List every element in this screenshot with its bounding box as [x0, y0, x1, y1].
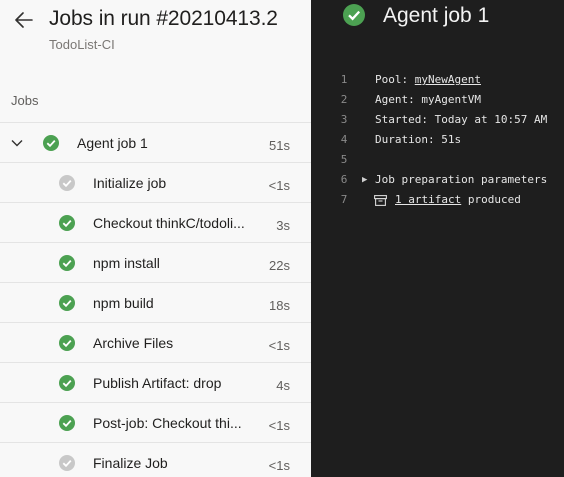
step-row[interactable]: Checkout thinkC/todoli... 3s [0, 203, 311, 243]
step-duration: 4s [276, 378, 290, 393]
step-duration: <1s [268, 338, 290, 353]
jobs-panel: Jobs in run #20210413.2 TodoList-CI Jobs… [0, 0, 311, 477]
step-duration: <1s [268, 458, 290, 473]
step-duration: <1s [268, 178, 290, 193]
job-detail-panel: Agent job 1 1 Pool: myNewAgent 2 Agent: … [311, 0, 564, 477]
log-line: 5 [311, 150, 564, 170]
line-number: 1 [340, 73, 348, 86]
step-duration: <1s [268, 418, 290, 433]
check-circle-icon [343, 4, 365, 26]
check-circle-icon [59, 415, 75, 431]
job-row-agent-job-1[interactable]: Agent job 1 51s [0, 123, 311, 163]
jobs-section-label: Jobs [11, 93, 39, 108]
pool-link[interactable]: myNewAgent [415, 73, 481, 86]
log-line: 3 Started: Today at 10:57 AM [311, 110, 564, 130]
pool-label: Pool: [375, 73, 415, 86]
check-circle-icon [59, 255, 75, 271]
job-log: 1 Pool: myNewAgent 2 Agent: myAgentVM 3 … [311, 70, 564, 210]
triangle-right-icon[interactable]: ▶ [362, 170, 367, 190]
job-duration: 51s [269, 138, 290, 153]
line-number: 5 [340, 153, 348, 166]
step-row[interactable]: Post-job: Checkout thi... <1s [0, 403, 311, 443]
skipped-circle-icon [59, 455, 75, 471]
step-name: Finalize Job [93, 455, 168, 471]
check-circle-icon [59, 375, 75, 391]
artifact-link[interactable]: 1 artifact [395, 193, 461, 206]
check-circle-icon [59, 295, 75, 311]
page-title: Jobs in run #20210413.2 [49, 7, 278, 30]
check-circle-icon [43, 135, 59, 151]
line-number: 2 [340, 93, 348, 106]
log-line: 7 1 artifact produced [311, 190, 564, 210]
step-row[interactable]: npm build 18s [0, 283, 311, 323]
skipped-circle-icon [59, 175, 75, 191]
step-row[interactable]: Archive Files <1s [0, 323, 311, 363]
step-row[interactable]: Publish Artifact: drop 4s [0, 363, 311, 403]
step-name: npm build [93, 295, 154, 311]
step-row[interactable]: Finalize Job <1s [0, 443, 311, 477]
back-button[interactable] [12, 8, 36, 32]
log-text: Agent: myAgentVM [375, 93, 481, 106]
archive-icon [374, 195, 387, 206]
step-name: Post-job: Checkout thi... [93, 415, 242, 431]
check-circle-icon [59, 335, 75, 351]
line-number: 4 [340, 133, 348, 146]
step-name: npm install [93, 255, 160, 271]
log-text: Duration: 51s [375, 133, 462, 146]
step-name: Publish Artifact: drop [93, 375, 222, 391]
step-duration: 22s [269, 258, 290, 273]
log-text: Started: Today at 10:57 AM [375, 113, 548, 126]
job-preparation-parameters: Job preparation parameters [375, 173, 548, 186]
log-line: 4 Duration: 51s [311, 130, 564, 150]
log-text: Pool: myNewAgent [375, 70, 481, 90]
log-line: 1 Pool: myNewAgent [311, 70, 564, 90]
step-name: Archive Files [93, 335, 174, 351]
check-circle-icon [59, 215, 75, 231]
step-duration: 3s [276, 218, 290, 233]
step-name: Checkout thinkC/todoli... [93, 215, 245, 231]
log-line: 2 Agent: myAgentVM [311, 90, 564, 110]
line-number: 3 [340, 113, 348, 126]
artifact-suffix: produced [461, 193, 521, 206]
jobs-list: Agent job 1 51s Initialize job <1s Check… [0, 122, 311, 477]
arrow-left-icon [15, 12, 33, 28]
job-name: Agent job 1 [77, 135, 148, 151]
artifact-text: 1 artifact produced [395, 190, 521, 210]
line-number: 7 [340, 193, 348, 206]
detail-title: Agent job 1 [383, 4, 490, 27]
line-number: 6 [340, 173, 348, 186]
pipeline-name: TodoList-CI [49, 37, 115, 52]
chevron-down-icon[interactable] [10, 136, 24, 150]
step-name: Initialize job [93, 175, 167, 191]
step-row[interactable]: npm install 22s [0, 243, 311, 283]
step-row[interactable]: Initialize job <1s [0, 163, 311, 203]
step-duration: 18s [269, 298, 290, 313]
log-line-job-preparation[interactable]: 6 ▶ Job preparation parameters [311, 170, 564, 190]
